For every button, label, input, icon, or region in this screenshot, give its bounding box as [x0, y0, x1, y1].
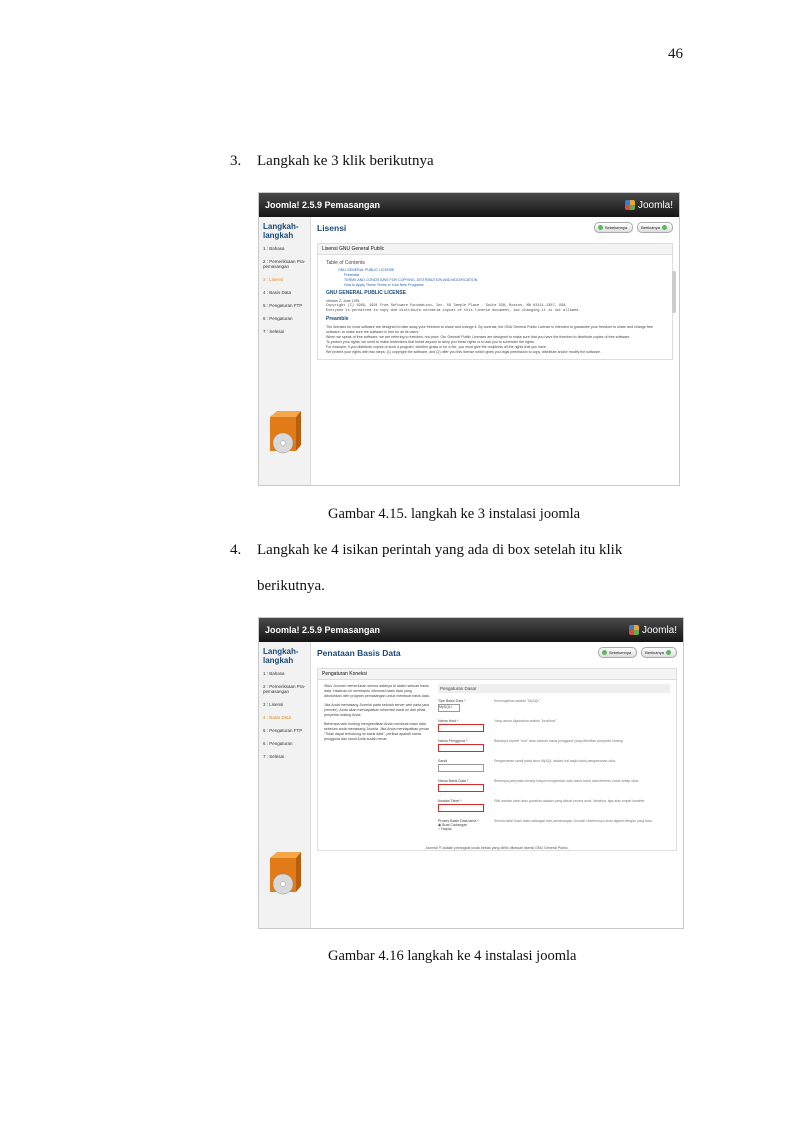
logo-text: Joomla!: [641, 624, 677, 636]
intro-paragraph: Beberapa web hosting menghentikan Anda m…: [324, 722, 430, 741]
database-type-select[interactable]: MySQLi: [438, 704, 460, 712]
panel-title: Pengaturan Koneksi: [318, 669, 676, 680]
field-help: Beberapa penyedia hosting hanya mengizin…: [494, 779, 640, 783]
sidebar-item-lisensi[interactable]: 3 : Lisensi: [263, 702, 306, 707]
figure-caption-4-16: Gambar 4.16 langkah ke 4 instalasi jooml…: [328, 948, 577, 964]
logo-text: Joomla!: [637, 199, 673, 211]
settings-title: Pengaturan Dasar: [438, 684, 670, 693]
panel-title: Lisensi GNU General Public: [318, 244, 672, 255]
step-number: 3.: [230, 153, 242, 169]
toc-link[interactable]: How to Apply These Terms to Your New Pro…: [326, 283, 664, 288]
joomla-logo-icon: [628, 625, 639, 635]
sidebar-item-bahasa[interactable]: 1 : Bahasa: [263, 246, 306, 251]
sidebar-item-basis-data[interactable]: 4 : Basis Data: [263, 290, 306, 295]
settings-form: Pengaturan Dasar Tipe Basis Data * MySQL…: [438, 684, 670, 838]
table-prefix-input[interactable]: [438, 804, 484, 812]
intro-text: Situs Joomla! memerlukan semua datanya d…: [324, 684, 430, 838]
radio-label: Hapus: [441, 827, 452, 831]
sidebar-item-selesai[interactable]: 7 : Selesai: [263, 329, 306, 334]
arrow-left-icon: [597, 225, 603, 230]
license-paragraph: The licenses for most software are desig…: [326, 325, 654, 334]
previous-label: Sebelumnya: [604, 225, 628, 230]
field-label: Awalan Tabel *: [438, 799, 462, 803]
connection-panel: Pengaturan Koneksi Situs Joomla! memerlu…: [317, 668, 677, 851]
license-panel: Lisensi GNU General Public Table of Cont…: [317, 243, 673, 360]
password-input[interactable]: [438, 764, 484, 772]
arrow-right-icon: [662, 225, 667, 230]
next-button[interactable]: Berikutnya: [641, 647, 677, 658]
arrow-left-icon: [601, 650, 607, 655]
joomla-logo-icon: [624, 200, 635, 210]
sidebar-item-ftp[interactable]: 5 : Pengaturan FTP: [263, 303, 306, 308]
joomla-license-screenshot: Joomla! 2.5.9 Pemasangan Joomla! Langkah…: [258, 192, 680, 486]
preamble-heading: Preamble: [326, 316, 349, 322]
field-label: Tipe Basis Data *: [438, 699, 466, 703]
sidebar-heading: Langkah-langkah: [263, 222, 299, 240]
next-button[interactable]: Berikutnya: [637, 222, 673, 233]
license-everyone: Everyone is permitted to copy and distri…: [326, 309, 581, 313]
field-help: Pengamanan sandi pada akun MySQL adalah …: [494, 759, 616, 763]
sidebar-item-selesai[interactable]: 7 : Selesai: [263, 754, 306, 759]
steps-sidebar: Langkah-langkah 1 : Bahasa 2 : Pemeriksa…: [259, 642, 311, 928]
next-label: Berikutnya: [645, 650, 664, 655]
arrow-right-icon: [666, 650, 671, 655]
step-number: 4.: [230, 542, 242, 558]
installer-title: Joomla! 2.5.9 Pemasangan: [265, 625, 381, 635]
field-help: Pilih awalan tabel atau gunakan awalan y…: [494, 799, 646, 803]
figure-caption-4-15: Gambar 4.15. langkah ke 3 instalasi joom…: [328, 506, 581, 522]
sidebar-item-pengaturan[interactable]: 6 : Pengaturan: [263, 316, 306, 321]
sidebar-item-lisensi[interactable]: 3 : Lisensi: [263, 277, 306, 282]
step-3: 3. Langkah ke 3 klik berikutnya: [230, 143, 434, 179]
page-number: 46: [668, 46, 683, 62]
joomla-database-screenshot: Joomla! 2.5.9 Pemasangan Joomla! Langkah…: [258, 617, 684, 929]
license-paragraph: We protect your rights with two steps: (…: [326, 350, 601, 354]
host-name-input[interactable]: [438, 724, 484, 732]
step-text: Langkah ke 3 klik berikutnya: [257, 153, 434, 169]
software-box-icon: [270, 852, 301, 895]
installer-header: Joomla! 2.5.9 Pemasangan Joomla!: [259, 618, 683, 642]
sidebar-item-pra-pemasangan[interactable]: 2 : Pemeriksaan Pra-pemasangan: [263, 684, 306, 694]
intro-paragraph: Situs Joomla! memerlukan semua datanya d…: [324, 684, 430, 698]
sidebar-heading: Langkah-langkah: [263, 647, 299, 665]
radio-delete[interactable]: ○ Hapus: [438, 827, 486, 831]
field-help: Kemungkinan adalah "MySQL": [494, 699, 541, 703]
toc-title: Table of Contents: [326, 260, 365, 266]
sidebar-item-pengaturan[interactable]: 6 : Pengaturan: [263, 741, 306, 746]
license-text: Table of Contents GNU GENERAL PUBLIC LIC…: [318, 255, 672, 359]
intro-paragraph: Jika Anda memasang Joomla! pada sebuah s…: [324, 703, 429, 717]
sidebar-item-bahasa[interactable]: 1 : Bahasa: [263, 671, 306, 676]
field-help: Yang umum digunakan adalah "localhost": [494, 719, 557, 723]
scrollbar[interactable]: [672, 271, 676, 313]
next-label: Berikutnya: [641, 225, 660, 230]
step-text: Langkah ke 4 isikan perintah yang ada di…: [257, 542, 623, 558]
joomla-logo: Joomla!: [624, 199, 673, 211]
field-label: Nama Basis Data *: [438, 779, 469, 783]
field-label: Nama Host *: [438, 719, 459, 723]
previous-label: Sebelumnya: [608, 650, 632, 655]
sidebar-item-basis-data[interactable]: 4 : Basis Data: [263, 715, 306, 720]
field-help: Biasanya seperti "root" atau sebuah nama…: [494, 739, 623, 743]
field-label: Sandi: [438, 759, 448, 763]
field-label: Nama Pengguna *: [438, 739, 468, 743]
step-4: 4. Langkah ke 4 isikan perintah yang ada …: [230, 532, 686, 604]
steps-sidebar: Langkah-langkah 1 : Bahasa 2 : Pemeriksa…: [259, 217, 311, 485]
database-name-input[interactable]: [438, 784, 484, 792]
installer-title: Joomla! 2.5.9 Pemasangan: [265, 200, 381, 210]
license-title: GNU GENERAL PUBLIC LICENSE: [326, 290, 406, 296]
previous-button[interactable]: Sebelumnya: [597, 647, 638, 658]
sidebar-item-pra-pemasangan[interactable]: 2 : Pemeriksaan Pra-pemasangan: [263, 259, 306, 269]
step-text-continued: berikutnya.: [257, 578, 325, 594]
username-input[interactable]: [438, 744, 484, 752]
previous-button[interactable]: Sebelumnya: [593, 222, 634, 233]
field-help: Semua tabel basis data cadangan dari pem…: [494, 819, 653, 823]
joomla-logo: Joomla!: [628, 624, 677, 636]
sidebar-item-ftp[interactable]: 5 : Pengaturan FTP: [263, 728, 306, 733]
software-box-icon: [270, 411, 301, 454]
footer-note: Joomla! ® adalah perangkat lunak bebas y…: [425, 846, 569, 850]
installer-header: Joomla! 2.5.9 Pemasangan Joomla!: [259, 193, 679, 217]
